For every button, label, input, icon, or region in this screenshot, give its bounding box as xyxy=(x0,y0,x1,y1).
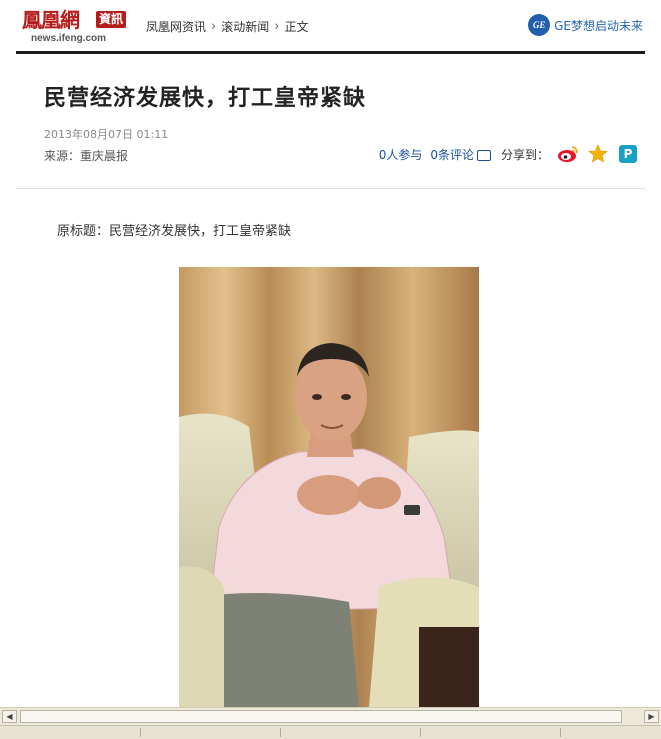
ge-ad-text: GE梦想启动未来 xyxy=(554,18,643,33)
article-subtitle: 原标题：民营经济发展快，打工皇帝紧缺 xyxy=(57,224,292,239)
share-label: 分享到： xyxy=(500,147,549,162)
logo-url: news.ifeng.com xyxy=(31,33,107,44)
horizontal-scrollbar[interactable]: ◀ ▶ xyxy=(0,707,661,725)
scrollbar-thumb[interactable] xyxy=(20,710,622,723)
pengyou-icon[interactable]: P xyxy=(617,143,639,165)
status-divider xyxy=(140,728,141,737)
article-source: 来源：重庆晨报 xyxy=(44,149,129,163)
article-actions: 0人参与 0条评论 分享到： P xyxy=(379,143,639,165)
ge-ad-banner[interactable]: GE GE梦想启动未来 xyxy=(528,14,643,36)
breadcrumb-item-news[interactable]: 凤凰网资讯 xyxy=(146,18,206,35)
comments-count: 0条评论 xyxy=(430,147,474,162)
comment-icon xyxy=(476,149,491,161)
browser-status-bar xyxy=(0,725,661,739)
site-header: 鳳凰網 資訊 news.ifeng.com 凤凰网资讯 › 滚动新闻 › 正文 … xyxy=(0,0,661,52)
comments-link[interactable]: 0条评论 xyxy=(430,146,491,163)
article-date: 2013年08月07日 01:11 xyxy=(44,128,169,141)
scroll-right-arrow-icon[interactable]: ▶ xyxy=(644,710,659,723)
chevron-right-icon: › xyxy=(274,19,280,34)
status-divider xyxy=(280,728,281,737)
chevron-right-icon: › xyxy=(211,19,217,34)
breadcrumb: 凤凰网资讯 › 滚动新闻 › 正文 xyxy=(146,18,308,35)
participants-link[interactable]: 0人参与 xyxy=(379,146,423,163)
header-divider xyxy=(16,51,645,54)
logo-wordmark: 鳳凰網 xyxy=(22,8,80,32)
scroll-left-arrow-icon[interactable]: ◀ xyxy=(2,710,17,723)
article-photo xyxy=(179,267,479,707)
article-title: 民营经济发展快，打工皇帝紧缺 xyxy=(44,85,367,111)
logo-channel-tag: 資訊 xyxy=(96,11,127,28)
ifeng-logo[interactable]: 鳳凰網 資訊 news.ifeng.com xyxy=(22,8,134,48)
status-divider xyxy=(420,728,421,737)
breadcrumb-item-current: 正文 xyxy=(284,20,309,34)
status-divider xyxy=(560,728,561,737)
breadcrumb-item-rolling[interactable]: 滚动新闻 xyxy=(221,18,269,35)
weibo-icon[interactable] xyxy=(557,143,579,165)
ge-logo-icon: GE xyxy=(528,14,551,36)
qzone-star-icon[interactable] xyxy=(587,143,609,165)
meta-divider xyxy=(16,188,645,189)
